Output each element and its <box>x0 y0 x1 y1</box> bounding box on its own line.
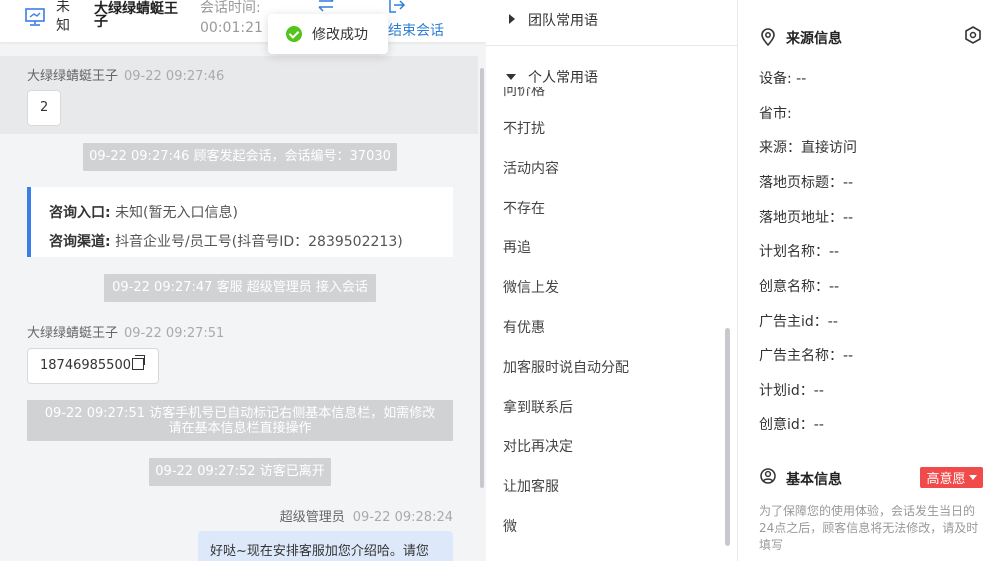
sender-name: 大绿绿蜻蜓王子 <box>27 326 119 341</box>
team-phrases-label: 团队常用语 <box>528 13 598 29</box>
personal-phrases-group[interactable] <box>486 67 724 87</box>
copy-icon[interactable] <box>131 355 145 370</box>
creative-name-field: 创意名称：-- <box>759 279 840 295</box>
visitor-message-bubble: 2 <box>27 90 62 126</box>
message-sender-line: 大绿绿蜻蜓王子 09-22 09:27:46 <box>27 65 224 84</box>
consult-channel-row: 咨询渠道: 抖音企业号/员工号(抖音号ID：2839502213) <box>49 234 403 250</box>
phrase-item[interactable]: 微 <box>503 516 517 536</box>
source-field: 来源：直接访问 <box>759 140 857 156</box>
phrases-scrollbar[interactable] <box>725 328 730 546</box>
phrase-item[interactable]: 微信上发 <box>503 277 559 297</box>
edit-notice: 为了保障您的使用体验，会话发生当日的24点之后，顾客信息将无法修改，请及时填写 <box>759 504 979 552</box>
user-circle-icon <box>760 468 776 484</box>
session-source: 未知 <box>56 0 70 34</box>
agent-message-bubble: 好哒~现在安排客服加您介绍哈。请您 <box>198 531 453 561</box>
source-info-title: 来源信息 <box>786 31 842 47</box>
success-toast: 修改成功 <box>268 14 388 54</box>
monitor-icon <box>25 8 45 26</box>
end-session-button[interactable]: 结束会话 <box>388 20 444 40</box>
device-field: 设备: -- <box>759 71 807 87</box>
phrase-item[interactable]: 问价格 <box>503 86 545 100</box>
phrase-item[interactable]: 不存在 <box>503 198 545 218</box>
visitor-message-bubble: 18746985500 <box>27 348 159 384</box>
basic-info-title: 基本信息 <box>786 472 842 488</box>
phone-number: 18746985500 <box>40 358 131 373</box>
personal-phrase-list: 问价格 不打扰 活动内容 不存在 再追 微信上发 有优惠 加客服时说自动分配 拿… <box>486 86 737 561</box>
system-message: 09-22 09:27:46 顾客发起会话，会话编号：37030 <box>83 143 397 171</box>
intent-level-dropdown[interactable]: 高意愿 <box>920 467 983 488</box>
landing-title-field: 落地页标题：-- <box>759 175 854 191</box>
personal-phrases-label: 个人常用语 <box>528 67 598 87</box>
chat-panel: 未知 大绿绿蜻蜓王子 会话时间: 00:01:21 结束会话 修改成功 大绿绿蜻… <box>0 0 486 561</box>
sender-name: 大绿绿蜻蜓王子 <box>27 69 119 84</box>
system-message: 09-22 09:27:51 访客手机号已自动标记右侧基本信息栏，如需修改 请在… <box>27 400 453 441</box>
settings-icon[interactable] <box>964 26 982 44</box>
info-panel: 来源信息 设备: -- 省市: 来源：直接访问 落地页标题：-- 落地页地址：-… <box>738 0 998 561</box>
phrase-item[interactable]: 拿到联系后 <box>503 397 573 417</box>
caret-right-icon <box>509 14 515 24</box>
caret-down-icon <box>968 475 977 480</box>
team-phrases-group[interactable]: 团队常用语 <box>486 0 737 46</box>
message-sender-line: 大绿绿蜻蜓王子 09-22 09:27:51 <box>27 322 224 341</box>
check-circle-icon <box>286 26 302 42</box>
chat-scrollbar[interactable] <box>480 68 484 488</box>
province-field: 省市: <box>759 106 792 122</box>
toast-text: 修改成功 <box>312 27 368 43</box>
phrase-item[interactable]: 有优惠 <box>503 317 545 337</box>
visitor-name: 大绿绿蜻蜓王子 <box>94 1 178 30</box>
caret-down-icon <box>506 74 516 80</box>
phrase-item[interactable]: 不打扰 <box>503 118 545 138</box>
location-pin-icon <box>761 28 775 46</box>
agent-sender-line: 超级管理员 09-22 09:28:24 <box>280 506 453 525</box>
duration-value: 00:01:21 <box>200 20 263 36</box>
message-time: 09-22 09:27:46 <box>124 69 225 84</box>
consult-entry-row: 咨询入口: 未知(暂无入口信息) <box>49 205 238 221</box>
plan-name-field: 计划名称：-- <box>759 244 840 260</box>
system-message: 09-22 09:27:52 访客已离开 <box>149 458 331 486</box>
plan-id-field: 计划id：-- <box>759 383 824 399</box>
transfer-icon[interactable] <box>316 0 336 12</box>
message-time: 09-22 09:28:24 <box>352 510 453 525</box>
duration-label: 会话时间: <box>200 0 261 16</box>
intent-level-label: 高意愿 <box>926 472 966 487</box>
landing-url-field: 落地页地址：-- <box>759 210 854 226</box>
agent-name: 超级管理员 <box>279 510 345 525</box>
phrase-item[interactable]: 加客服时说自动分配 <box>503 357 629 377</box>
chat-header: 未知 大绿绿蜻蜓王子 会话时间: 00:01:21 结束会话 <box>0 0 486 42</box>
advertiser-id-field: 广告主id：-- <box>759 314 838 330</box>
app-root: 未知 大绿绿蜻蜓王子 会话时间: 00:01:21 结束会话 修改成功 大绿绿蜻… <box>0 0 998 561</box>
phrase-item[interactable]: 再追 <box>503 237 531 257</box>
phrase-item[interactable]: 对比再决定 <box>503 436 573 456</box>
system-message: 09-22 09:27:47 客服 超级管理员 接入会话 <box>104 274 376 302</box>
advertiser-name-field: 广告主名称：-- <box>759 348 854 364</box>
message-time: 09-22 09:27:51 <box>124 326 225 341</box>
creative-id-field: 创意id：-- <box>759 417 824 433</box>
exit-icon[interactable] <box>388 0 406 13</box>
consult-info-card: 咨询入口: 未知(暂无入口信息) 咨询渠道: 抖音企业号/员工号(抖音号ID：2… <box>27 187 453 257</box>
phrase-item[interactable]: 让加客服 <box>503 476 559 496</box>
phrase-item[interactable]: 活动内容 <box>503 158 559 178</box>
